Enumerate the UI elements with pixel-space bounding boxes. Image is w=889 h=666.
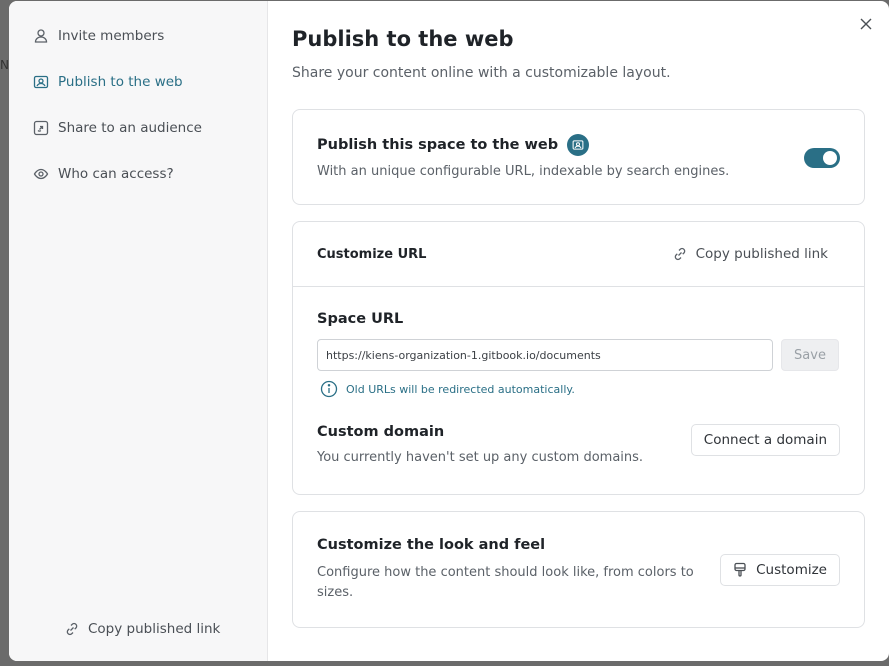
- sidebar-item-who-can-access[interactable]: Who can access?: [9, 161, 267, 187]
- publish-card-description: With an unique configurable URL, indexab…: [317, 164, 730, 179]
- customize-button[interactable]: Customize: [720, 553, 840, 586]
- backdrop-text: N: [0, 58, 9, 72]
- custom-domain-description: You currently haven't set up any custom …: [317, 450, 644, 465]
- copy-published-link-button[interactable]: Copy published link: [672, 246, 828, 262]
- globe-badge-icon: [567, 134, 590, 156]
- customize-label: Customize: [756, 561, 827, 578]
- look-and-feel-title: Customize the look and feel: [317, 536, 546, 553]
- sidebar-item-label: Publish to the web: [58, 74, 183, 90]
- share-icon: [33, 120, 49, 136]
- globe-card-icon: [33, 74, 49, 90]
- custom-domain-row: Custom domain You currently haven't set …: [317, 424, 840, 465]
- customize-url-label: Customize URL: [317, 246, 427, 262]
- custom-domain-title: Custom domain: [317, 424, 445, 440]
- sidebar-footer-label: Copy published link: [88, 621, 221, 637]
- space-url-input[interactable]: [317, 339, 773, 371]
- customize-url-card: Customize URL Copy published link Space …: [292, 221, 865, 495]
- close-icon: [860, 18, 872, 30]
- customize-url-body: Space URL Save Old URLs will be redirect…: [293, 287, 864, 465]
- eye-icon: [33, 166, 49, 182]
- settings-sidebar: Invite members Publish to the web Share …: [9, 1, 268, 661]
- sidebar-item-share-to-audience[interactable]: Share to an audience: [9, 115, 267, 141]
- publish-card: Publish this space to the web With an un…: [292, 109, 865, 205]
- sidebar-item-label: Who can access?: [58, 166, 174, 182]
- redirect-hint-text: Old URLs will be redirected automaticall…: [346, 382, 575, 396]
- sidebar-item-label: Share to an audience: [58, 120, 202, 136]
- publish-dialog: Invite members Publish to the web Share …: [9, 1, 889, 661]
- copy-published-link-label: Copy published link: [695, 246, 828, 262]
- connect-domain-button[interactable]: Connect a domain: [690, 424, 840, 456]
- customize-url-header: Customize URL Copy published link: [293, 222, 864, 287]
- page-title: Publish to the web: [292, 27, 514, 51]
- link-icon: [672, 246, 688, 262]
- look-and-feel-card: Customize the look and feel Configure ho…: [292, 511, 865, 628]
- redirect-hint: Old URLs will be redirected automaticall…: [317, 380, 840, 398]
- space-url-title: Space URL: [317, 311, 404, 327]
- publish-main: Publish to the web Share your content on…: [268, 1, 889, 661]
- sidebar-item-publish-to-web[interactable]: Publish to the web: [9, 69, 267, 95]
- save-button[interactable]: Save: [781, 339, 839, 371]
- paintbrush-icon: [733, 562, 747, 578]
- page-subtitle: Share your content online with a customi…: [292, 65, 671, 81]
- sidebar-copy-published-link[interactable]: Copy published link: [64, 621, 220, 637]
- publish-card-title: Publish this space to the web: [317, 137, 559, 153]
- info-icon: [320, 380, 338, 398]
- publish-toggle[interactable]: [804, 148, 840, 168]
- look-and-feel-description: Configure how the content should look li…: [317, 564, 694, 600]
- link-icon: [64, 621, 80, 637]
- space-url-row: Save: [317, 339, 840, 371]
- sidebar-item-invite-members[interactable]: Invite members: [9, 23, 267, 49]
- sidebar-item-label: Invite members: [58, 28, 165, 44]
- toggle-knob: [823, 151, 837, 165]
- close-button[interactable]: [857, 15, 875, 33]
- user-icon: [33, 28, 49, 44]
